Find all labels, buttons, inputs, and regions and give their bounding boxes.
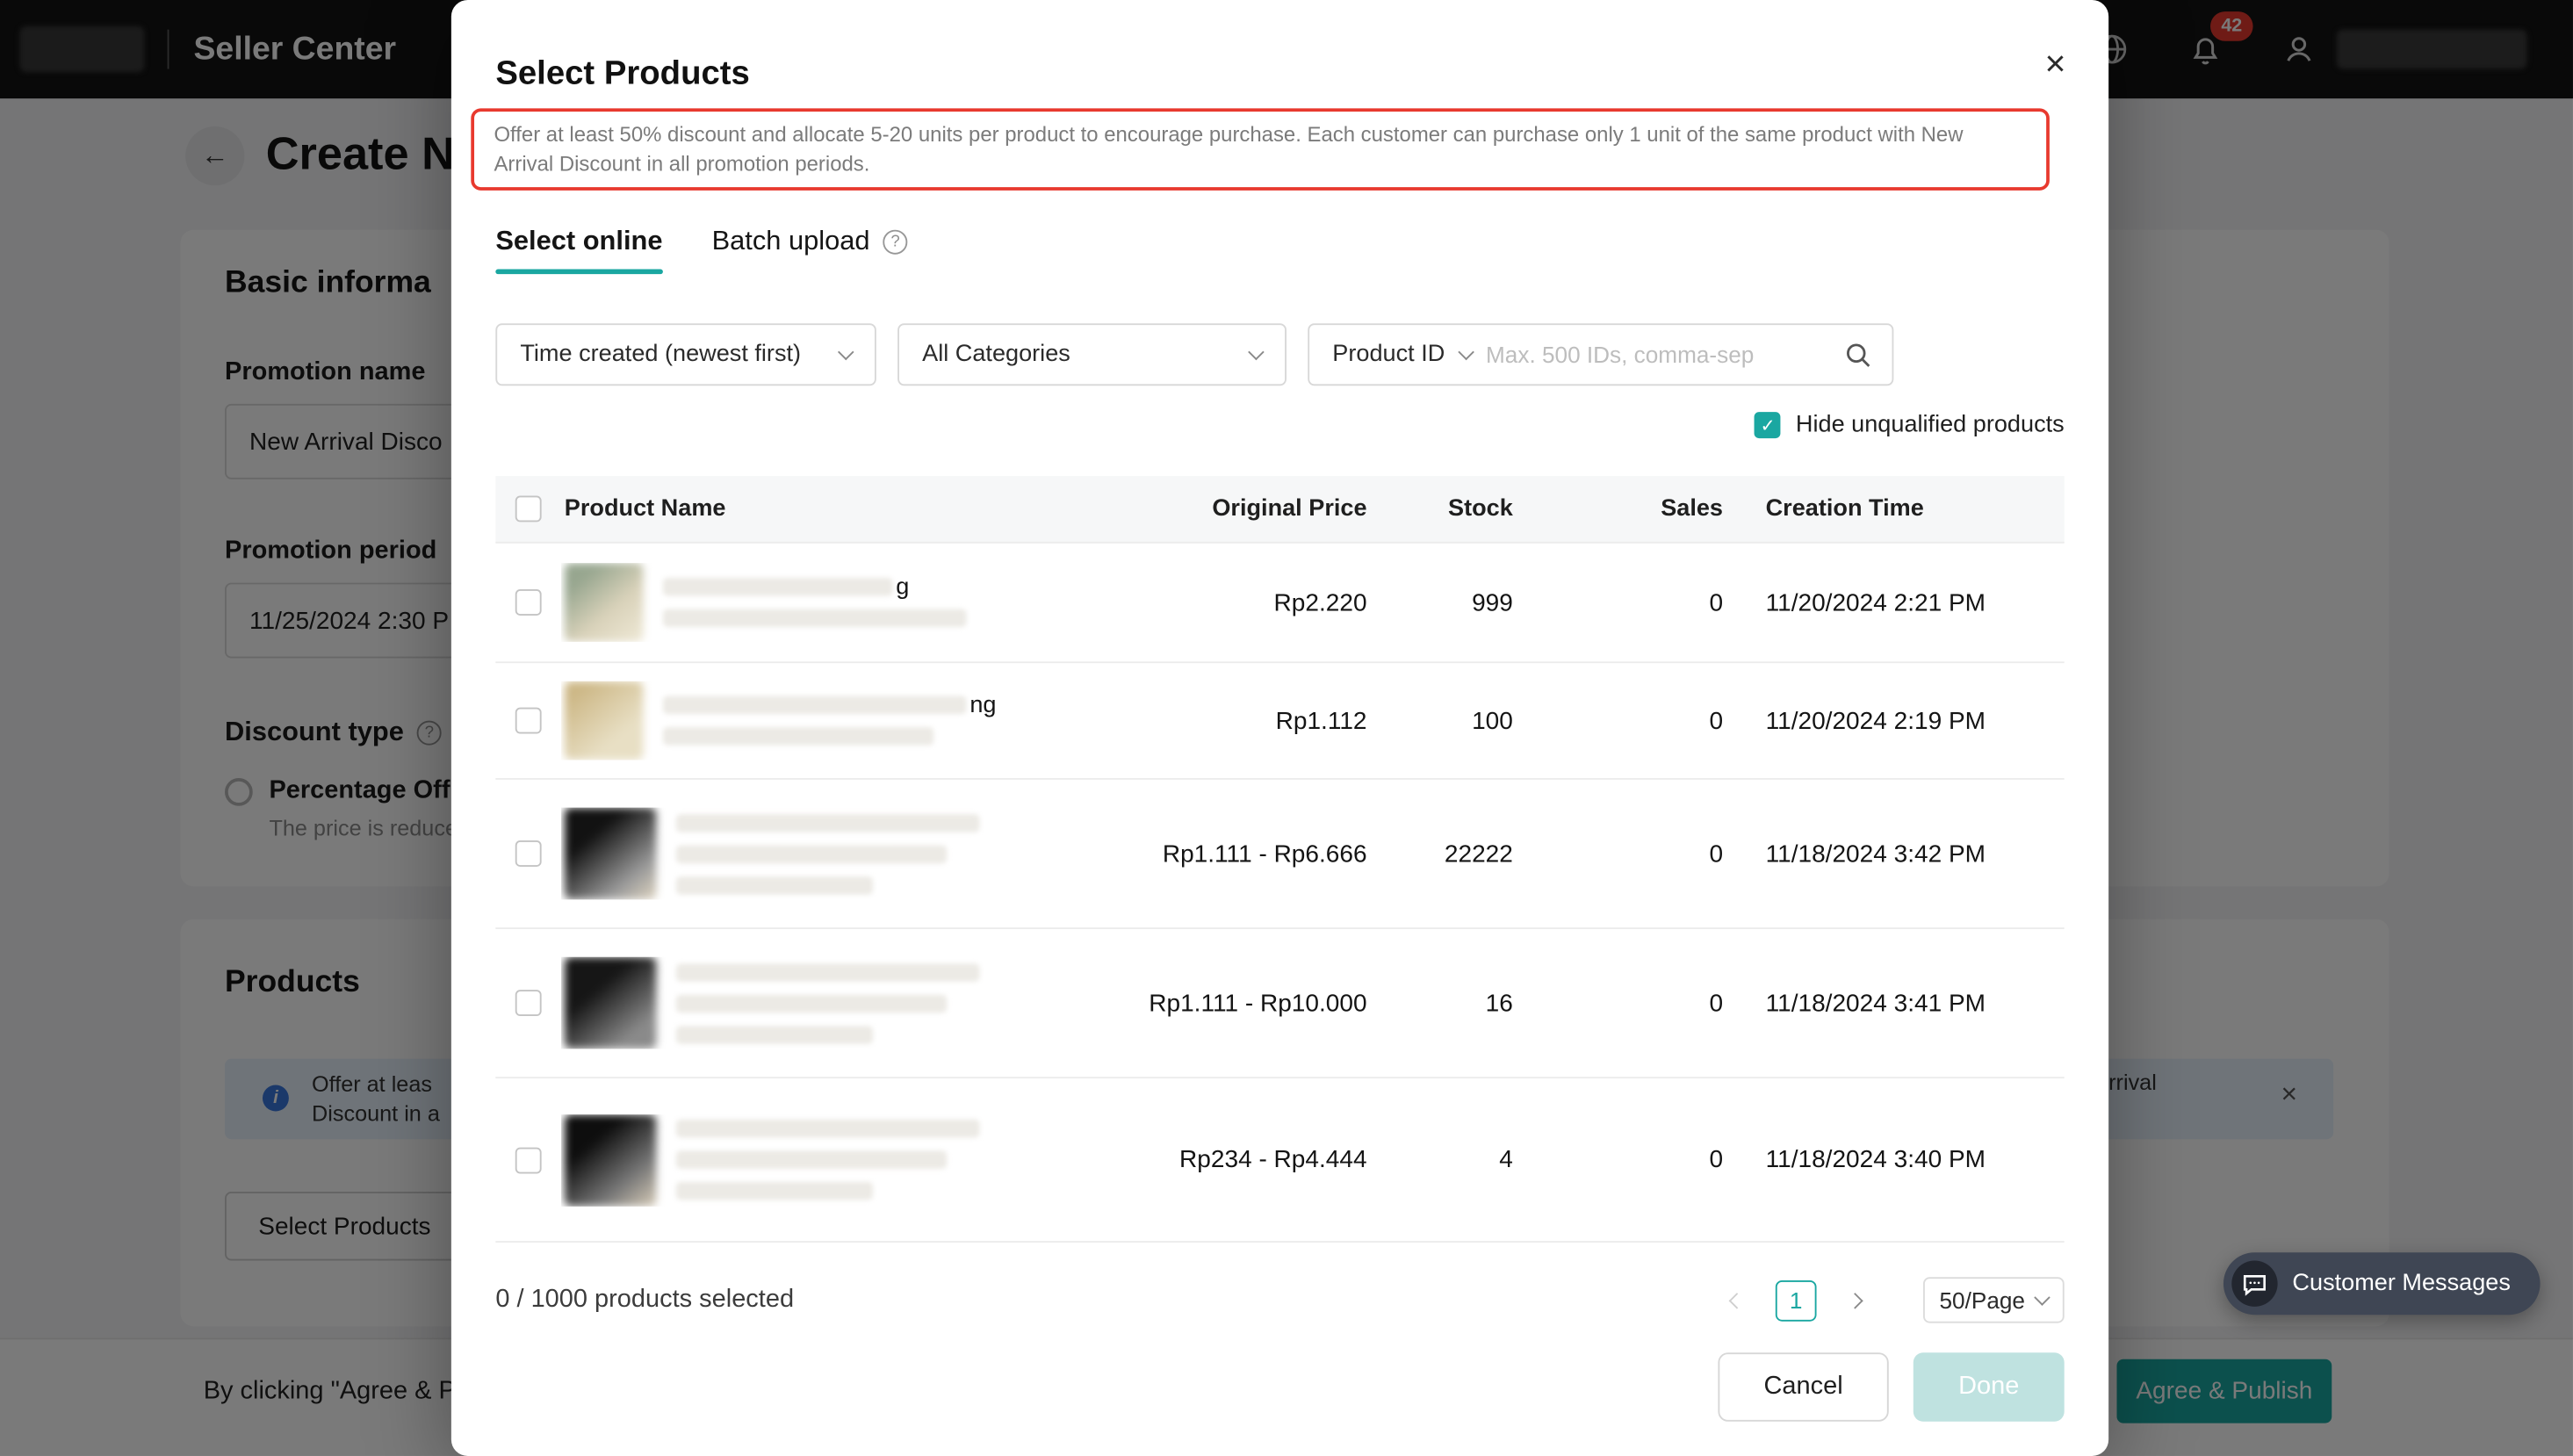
tab-select-online[interactable]: Select online bbox=[495, 227, 662, 258]
row-checkbox[interactable] bbox=[515, 840, 542, 867]
header-creation-time: Creation Time bbox=[1723, 495, 2065, 522]
chevron-left-icon bbox=[1729, 1292, 1745, 1308]
header-original-price: Original Price bbox=[1050, 495, 1367, 522]
sort-select[interactable]: Time created (newest first) bbox=[495, 323, 876, 386]
creation-time-cell: 11/18/2024 3:41 PM bbox=[1723, 989, 2065, 1017]
product-name-fragment: g bbox=[896, 573, 909, 600]
product-name-redacted bbox=[565, 957, 1050, 1049]
product-name-fragment: ng bbox=[969, 692, 996, 718]
product-id-input[interactable] bbox=[1486, 342, 1829, 368]
table-row: Rp1.111 - Rp6.666 22222 0 11/18/2024 3:4… bbox=[495, 780, 2064, 929]
table-row: g Rp2.220 999 0 11/20/2024 2:21 PM bbox=[495, 544, 2064, 663]
header-stock: Stock bbox=[1367, 495, 1513, 522]
customer-messages-button[interactable]: Customer Messages bbox=[2223, 1252, 2541, 1315]
search-icon[interactable] bbox=[1844, 341, 1872, 369]
chat-bubble-icon bbox=[2231, 1261, 2277, 1307]
row-checkbox[interactable] bbox=[515, 990, 542, 1016]
sales-cell: 0 bbox=[1513, 588, 1723, 616]
page-size-value: 50/Page bbox=[1940, 1287, 2025, 1313]
product-thumbnail bbox=[565, 808, 657, 900]
stock-cell: 4 bbox=[1367, 1146, 1513, 1174]
pagination: 1 50/Page bbox=[1717, 1277, 2065, 1323]
stock-cell: 16 bbox=[1367, 989, 1513, 1017]
chevron-right-icon bbox=[1847, 1292, 1863, 1308]
app-viewport: Seller Center 42 ← Create N Basic inform… bbox=[0, 0, 2573, 1456]
sales-cell: 0 bbox=[1513, 1146, 1723, 1174]
select-products-modal: Select Products × Offer at least 50% dis… bbox=[451, 0, 2108, 1456]
table-header-row: Product Name Original Price Stock Sales … bbox=[495, 476, 2064, 544]
table-row: Rp1.111 - Rp10.000 16 0 11/18/2024 3:41 … bbox=[495, 929, 2064, 1078]
table-footer-row: 0 / 1000 products selected 1 50/Page bbox=[495, 1277, 2064, 1323]
tab-batch-upload-group: Batch upload ? bbox=[712, 227, 908, 258]
chevron-down-icon bbox=[2034, 1289, 2050, 1306]
category-select[interactable]: All Categories bbox=[897, 323, 1286, 386]
sales-cell: 0 bbox=[1513, 707, 1723, 735]
select-all-checkbox[interactable] bbox=[515, 495, 542, 522]
original-price-cell: Rp2.220 bbox=[1050, 588, 1367, 616]
row-checkbox[interactable] bbox=[515, 708, 542, 734]
sales-cell: 0 bbox=[1513, 840, 1723, 868]
hide-unqualified-label: Hide unqualified products bbox=[1796, 412, 2065, 438]
sales-cell: 0 bbox=[1513, 989, 1723, 1017]
stock-cell: 100 bbox=[1367, 707, 1513, 735]
hide-unqualified-row: ✓ Hide unqualified products bbox=[1755, 412, 2064, 438]
product-name-redacted bbox=[565, 1114, 1050, 1206]
discount-notice: Offer at least 50% discount and allocate… bbox=[471, 108, 2050, 190]
table-row: ng Rp1.112 100 0 11/20/2024 2:19 PM bbox=[495, 663, 2064, 780]
chevron-down-icon bbox=[838, 344, 854, 361]
original-price-cell: Rp234 - Rp4.444 bbox=[1050, 1146, 1367, 1174]
product-name-redacted: ng bbox=[565, 681, 1050, 760]
creation-time-cell: 11/20/2024 2:21 PM bbox=[1723, 588, 2065, 616]
id-type-select[interactable]: Product ID bbox=[1332, 342, 1445, 368]
hide-unqualified-checkbox[interactable]: ✓ bbox=[1755, 412, 1781, 438]
sort-select-value: Time created (newest first) bbox=[520, 342, 801, 368]
row-checkbox[interactable] bbox=[515, 589, 542, 616]
customer-messages-label: Customer Messages bbox=[2292, 1271, 2510, 1297]
table-row: Rp234 - Rp4.444 4 0 11/18/2024 3:40 PM bbox=[495, 1078, 2064, 1243]
creation-time-cell: 11/18/2024 3:42 PM bbox=[1723, 840, 2065, 868]
selection-summary: 0 / 1000 products selected bbox=[495, 1286, 794, 1315]
header-product-name: Product Name bbox=[561, 495, 1050, 522]
header-sales: Sales bbox=[1513, 495, 1723, 522]
modal-title: Select Products bbox=[495, 54, 750, 94]
close-icon[interactable]: × bbox=[2045, 46, 2066, 82]
done-button[interactable]: Done bbox=[1914, 1352, 2065, 1422]
chevron-down-icon bbox=[1248, 344, 1264, 361]
products-table: Product Name Original Price Stock Sales … bbox=[495, 476, 2064, 1243]
previous-page-button[interactable] bbox=[1717, 1279, 1758, 1321]
current-page[interactable]: 1 bbox=[1776, 1279, 1817, 1321]
product-id-search-group: Product ID bbox=[1308, 323, 1893, 386]
product-thumbnail bbox=[565, 563, 644, 642]
stock-cell: 22222 bbox=[1367, 840, 1513, 868]
check-icon: ✓ bbox=[1761, 414, 1776, 436]
product-name-redacted bbox=[565, 808, 1050, 900]
original-price-cell: Rp1.111 - Rp10.000 bbox=[1050, 989, 1367, 1017]
product-thumbnail bbox=[565, 681, 644, 760]
original-price-cell: Rp1.111 - Rp6.666 bbox=[1050, 840, 1367, 868]
product-name-redacted: g bbox=[565, 563, 1050, 642]
tab-batch-upload[interactable]: Batch upload bbox=[712, 227, 870, 258]
filters-row: Time created (newest first) All Categori… bbox=[495, 323, 1893, 386]
page-size-select[interactable]: 50/Page bbox=[1923, 1277, 2065, 1323]
product-thumbnail bbox=[565, 1114, 657, 1206]
category-select-value: All Categories bbox=[922, 342, 1070, 368]
creation-time-cell: 11/18/2024 3:40 PM bbox=[1723, 1146, 2065, 1174]
original-price-cell: Rp1.112 bbox=[1050, 707, 1367, 735]
chevron-down-icon[interactable] bbox=[1457, 344, 1473, 361]
row-checkbox[interactable] bbox=[515, 1147, 542, 1173]
modal-tabs: Select online Batch upload ? bbox=[495, 227, 907, 258]
cancel-button[interactable]: Cancel bbox=[1718, 1352, 1888, 1422]
modal-actions: Cancel Done bbox=[1718, 1352, 2064, 1422]
stock-cell: 999 bbox=[1367, 588, 1513, 616]
next-page-button[interactable] bbox=[1834, 1279, 1876, 1321]
batch-upload-help-icon[interactable]: ? bbox=[883, 230, 908, 255]
product-thumbnail bbox=[565, 957, 657, 1049]
creation-time-cell: 11/20/2024 2:19 PM bbox=[1723, 707, 2065, 735]
